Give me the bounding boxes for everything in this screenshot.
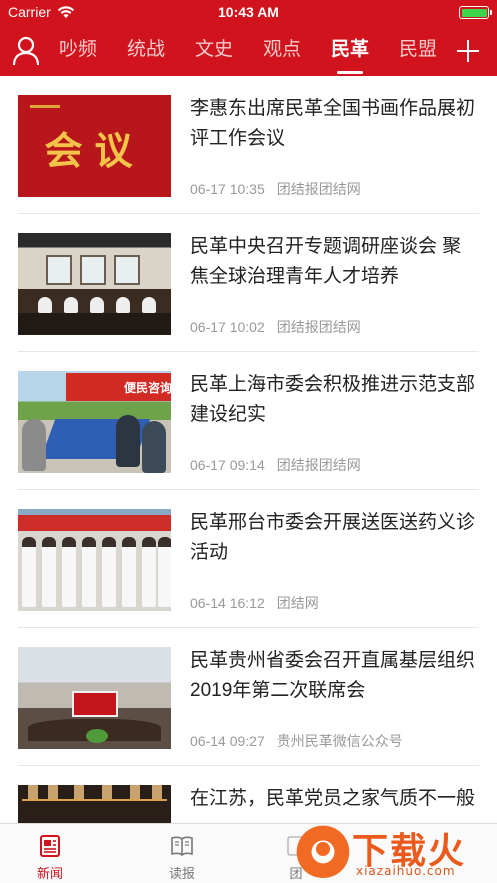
user-profile-icon[interactable] [12,36,40,66]
channel-tabs: 吵频 统战 文史 观点 民革 民盟 [44,36,452,74]
news-date: 06-17 09:14 [190,457,265,473]
news-title: 民革贵州省委会召开直属基层组织2019年第二次联席会 [190,650,476,701]
tab-culture-history[interactable]: 文史 [180,36,248,68]
watermark-url: xiazaihuo.com [356,864,456,878]
news-meta: 06-17 09:14 团结报团结网 [190,455,361,475]
news-title: 民革中央召开专题调研座谈会 聚焦全球治理青年人才培养 [190,236,462,287]
thumbnail-caption: 会议 [44,128,145,173]
flame-logo-icon [294,820,352,878]
status-time: 10:43 AM [218,4,279,20]
app-header: Carrier 10:43 AM 吵频 统战 文史 观点 民革 民盟 [0,0,497,76]
status-bar: Carrier 10:43 AM [0,0,497,24]
tab-opinion[interactable]: 观点 [248,36,316,68]
news-item[interactable]: 在江苏，民革党员之家气质不一般 [18,766,479,823]
news-item[interactable]: 便民咨询 民革上海市委会积极推进示范支部建设纪实 06-17 09:14 团结报团… [18,352,479,490]
news-source: 贵州民革微信公众号 [276,733,403,749]
news-thumbnail [18,509,171,611]
news-icon [40,835,60,857]
tabbar-item-news[interactable]: 新闻 [17,834,83,882]
tabbar-item-read-paper[interactable]: 读报 [149,834,215,882]
news-source: 团结网 [276,595,319,611]
news-title: 李惠东出席民革全国书画作品展初评工作会议 [190,98,476,149]
news-item[interactable]: 民革邢台市委会开展送医送药义诊活动 06-14 16:12 团结网 [18,490,479,628]
news-title: 在江苏，民革党员之家气质不一般 [190,788,476,809]
news-meta: 06-14 16:12 团结网 [190,593,319,613]
news-source: 团结报团结网 [276,181,361,197]
tab-united-front[interactable]: 统战 [112,36,180,68]
tabbar-label: 读报 [168,866,195,881]
news-item[interactable]: 民革中央召开专题调研座谈会 聚焦全球治理青年人才培养 06-17 10:02 团结… [18,214,479,352]
tab-minmeng[interactable]: 民盟 [384,36,452,68]
news-source: 团结报团结网 [276,457,361,473]
news-title: 民革上海市委会积极推进示范支部建设纪实 [190,374,476,425]
tabbar-label: 新闻 [36,866,63,881]
news-title: 民革邢台市委会开展送医送药义诊活动 [190,512,476,563]
news-meta: 06-17 10:35 团结报团结网 [190,179,361,199]
news-thumbnail: 便民咨询 [18,371,171,473]
news-item[interactable]: 会议 李惠东出席民革全国书画作品展初评工作会议 06-17 10:35 团结报团结… [18,76,479,214]
tab-video[interactable]: 吵频 [44,36,112,68]
news-list[interactable]: 会议 李惠东出席民革全国书画作品展初评工作会议 06-17 10:35 团结报团结… [0,76,497,823]
news-thumbnail [18,233,171,335]
tab-minge[interactable]: 民革 [316,36,384,74]
news-thumbnail [18,647,171,749]
news-thumbnail: 会议 [18,95,171,197]
news-meta: 06-14 09:27 贵州民革微信公众号 [190,731,403,751]
book-icon [171,836,193,857]
news-thumbnail [18,785,171,823]
news-item[interactable]: 民革贵州省委会召开直属基层组织2019年第二次联席会 06-14 09:27 贵州… [18,628,479,766]
add-channel-icon[interactable] [457,40,479,62]
news-date: 06-17 10:35 [190,181,265,197]
news-date: 06-14 16:12 [190,595,265,611]
battery-icon [459,6,492,19]
news-source: 团结报团结网 [276,319,361,335]
news-date: 06-14 09:27 [190,733,265,749]
thumbnail-caption: 便民咨询 [66,373,171,401]
channel-nav: 吵频 统战 文史 观点 民革 民盟 [0,28,497,74]
news-date: 06-17 10:02 [190,319,265,335]
watermark-logo: 下载火 xiazaihuo.com [294,818,494,883]
news-meta: 06-17 10:02 团结报团结网 [190,317,361,337]
